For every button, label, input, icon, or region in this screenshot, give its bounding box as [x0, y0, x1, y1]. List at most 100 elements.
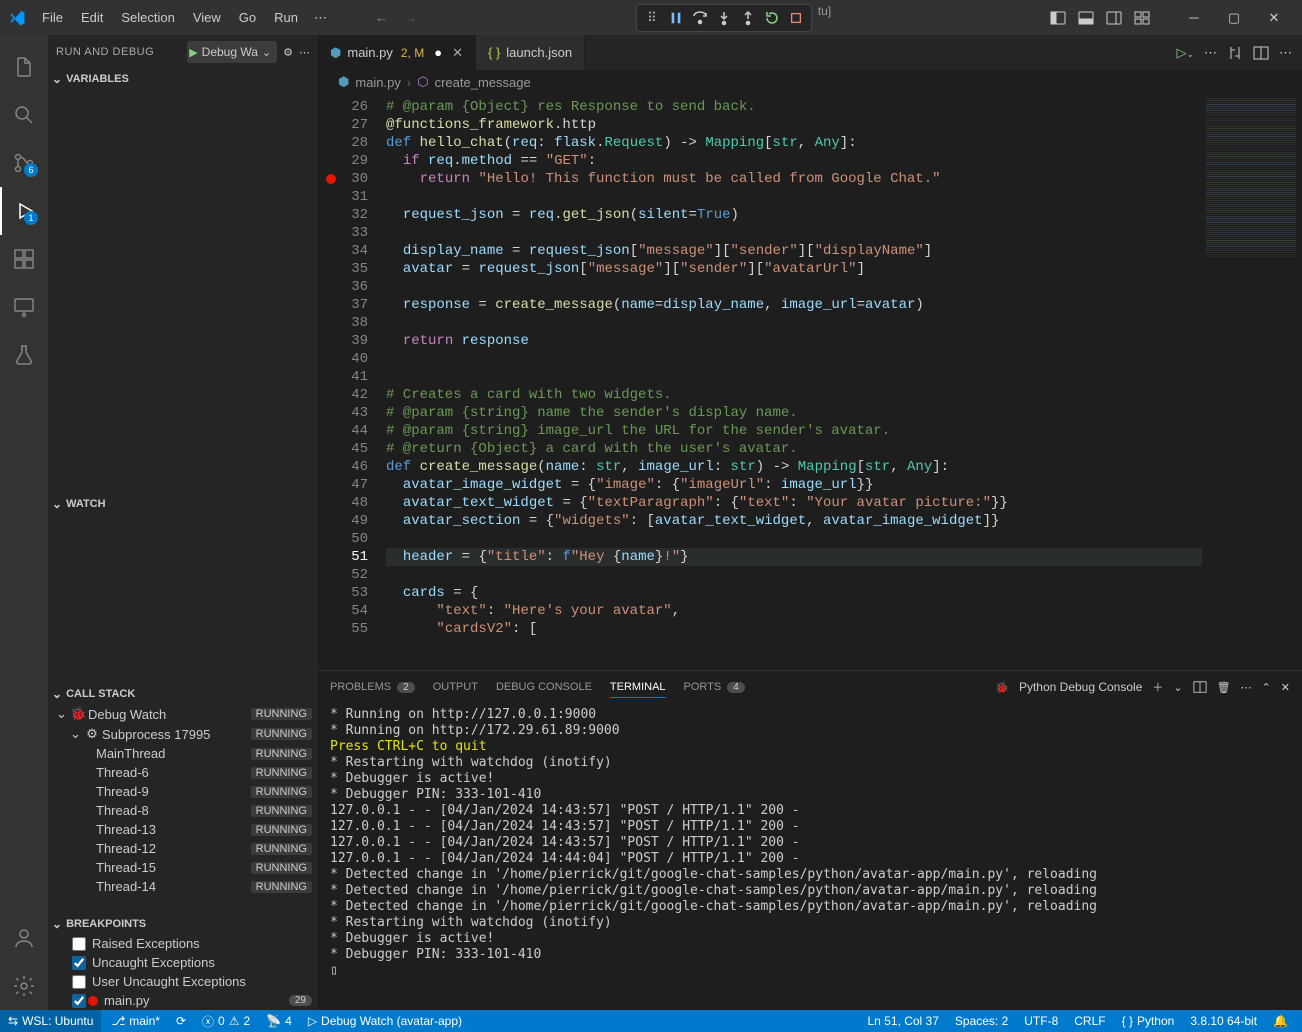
status-eol[interactable]: CRLF: [1068, 1014, 1111, 1028]
debug-stop-icon[interactable]: [785, 7, 807, 29]
section-callstack[interactable]: ⌄CALL STACK: [48, 684, 318, 704]
section-watch[interactable]: ⌄WATCH: [48, 494, 318, 514]
line-number[interactable]: 49: [318, 512, 368, 530]
callstack-row[interactable]: Thread-6RUNNING: [48, 763, 318, 782]
code-line[interactable]: request_json = req.get_json(silent=True): [386, 206, 1202, 224]
line-number[interactable]: 55: [318, 620, 368, 638]
terminal-output[interactable]: * Running on http://127.0.0.1:9000 * Run…: [318, 703, 1302, 1010]
breakpoint-checkbox[interactable]: [72, 994, 86, 1008]
breakpoint-row[interactable]: Uncaught Exceptions: [48, 953, 318, 972]
line-number[interactable]: 31: [318, 188, 368, 206]
code-content[interactable]: # @param {Object} res Response to send b…: [386, 94, 1202, 670]
activity-source-control[interactable]: 6: [0, 139, 48, 187]
menu-go[interactable]: Go: [231, 6, 264, 29]
status-remote[interactable]: ⇆WSL: Ubuntu: [0, 1010, 101, 1032]
code-line[interactable]: [386, 314, 1202, 332]
terminal-dropdown[interactable]: Python Debug Console: [1019, 680, 1142, 694]
section-variables[interactable]: ⌄VARIABLES: [48, 69, 318, 89]
callstack-row[interactable]: Thread-8RUNNING: [48, 801, 318, 820]
more-actions-icon[interactable]: ⋯: [299, 46, 310, 59]
line-number[interactable]: 39: [318, 332, 368, 350]
menu-selection[interactable]: Selection: [113, 6, 182, 29]
line-number[interactable]: 52: [318, 566, 368, 584]
status-sync[interactable]: ⟳: [170, 1014, 192, 1028]
line-number[interactable]: 50: [318, 530, 368, 548]
status-problems[interactable]: ⓧ0 ⚠2: [196, 1013, 256, 1030]
activity-extensions[interactable]: [0, 235, 48, 283]
breakpoint-row[interactable]: User Uncaught Exceptions: [48, 972, 318, 991]
activity-run-debug[interactable]: 1: [0, 187, 48, 235]
kill-terminal-icon[interactable]: 🗑: [1217, 681, 1231, 694]
new-terminal-icon[interactable]: ＋: [1152, 679, 1163, 695]
breakpoint-checkbox[interactable]: [72, 956, 86, 970]
callstack-row[interactable]: ⌄⚙Subprocess 17995RUNNING: [48, 724, 318, 744]
line-number[interactable]: 37: [318, 296, 368, 314]
status-debug-target[interactable]: ▷Debug Watch (avatar-app): [302, 1014, 468, 1028]
line-number[interactable]: 51: [318, 548, 368, 566]
code-line[interactable]: return response: [386, 332, 1202, 350]
debug-step-into-icon[interactable]: [713, 7, 735, 29]
launch-config-dropdown[interactable]: ▶ Debug Wa ⌄: [187, 41, 277, 63]
maximize-panel-icon[interactable]: ⌃: [1262, 681, 1271, 694]
menu-view[interactable]: View: [185, 6, 229, 29]
callstack-row[interactable]: Thread-9RUNNING: [48, 782, 318, 801]
code-line[interactable]: def create_message(name: str, image_url:…: [386, 458, 1202, 476]
line-number[interactable]: 47: [318, 476, 368, 494]
line-number[interactable]: 38: [318, 314, 368, 332]
activity-testing[interactable]: [0, 331, 48, 379]
code-line[interactable]: if req.method == "GET":: [386, 152, 1202, 170]
activity-search[interactable]: [0, 91, 48, 139]
line-number[interactable]: 34: [318, 242, 368, 260]
callstack-row[interactable]: Thread-12RUNNING: [48, 839, 318, 858]
menu-run[interactable]: Run: [266, 6, 306, 29]
line-number[interactable]: 26: [318, 98, 368, 116]
nav-forward-icon[interactable]: →: [404, 10, 417, 25]
code-line[interactable]: [386, 278, 1202, 296]
code-line[interactable]: [386, 530, 1202, 548]
line-number[interactable]: 44: [318, 422, 368, 440]
line-number[interactable]: 32: [318, 206, 368, 224]
code-line[interactable]: display_name = request_json["message"]["…: [386, 242, 1202, 260]
code-line[interactable]: return "Hello! This function must be cal…: [386, 170, 1202, 188]
code-line[interactable]: # @param {Object} res Response to send b…: [386, 98, 1202, 116]
activity-remote[interactable]: [0, 283, 48, 331]
status-language[interactable]: { }Python: [1116, 1014, 1181, 1028]
minimap[interactable]: [1202, 94, 1302, 670]
line-number[interactable]: 53: [318, 584, 368, 602]
code-line[interactable]: [386, 224, 1202, 242]
split-terminal-icon[interactable]: [1193, 680, 1207, 694]
close-panel-icon[interactable]: ✕: [1281, 681, 1290, 694]
status-notifications[interactable]: 🔔: [1267, 1014, 1294, 1028]
tab-close-icon[interactable]: ✕: [452, 45, 463, 61]
line-number[interactable]: 28: [318, 134, 368, 152]
panel-tab-terminal[interactable]: TERMINAL: [610, 677, 666, 698]
nav-back-icon[interactable]: ←: [375, 10, 388, 25]
code-line[interactable]: def hello_chat(req: flask.Request) -> Ma…: [386, 134, 1202, 152]
window-maximize-icon[interactable]: ▢: [1214, 3, 1254, 33]
callstack-row[interactable]: Thread-15RUNNING: [48, 858, 318, 877]
line-number[interactable]: 27: [318, 116, 368, 134]
activity-settings[interactable]: [0, 962, 48, 1010]
layout-customize-icon[interactable]: [1134, 10, 1150, 26]
code-line[interactable]: avatar = request_json["message"]["sender…: [386, 260, 1202, 278]
breakpoint-checkbox[interactable]: [72, 975, 86, 989]
menu-overflow[interactable]: ⋯: [306, 6, 335, 30]
code-line[interactable]: # Creates a card with two widgets.: [386, 386, 1202, 404]
tab-main-py[interactable]: ⬢main.py2, M●✕: [318, 35, 476, 70]
code-line[interactable]: [386, 566, 1202, 584]
line-number[interactable]: 35: [318, 260, 368, 278]
line-number[interactable]: 54: [318, 602, 368, 620]
layout-sidebar-left-icon[interactable]: [1050, 10, 1066, 26]
debug-drag-handle-icon[interactable]: ⠿: [641, 7, 663, 29]
debug-step-out-icon[interactable]: [737, 7, 759, 29]
line-number[interactable]: 40: [318, 350, 368, 368]
line-number[interactable]: 36: [318, 278, 368, 296]
panel-tab-problems[interactable]: PROBLEMS2: [330, 677, 415, 697]
code-line[interactable]: [386, 350, 1202, 368]
code-line[interactable]: # @return {Object} a card with the user'…: [386, 440, 1202, 458]
code-line[interactable]: "cardsV2": [: [386, 620, 1202, 638]
panel-tab-debug-console[interactable]: DEBUG CONSOLE: [496, 677, 592, 697]
status-branch[interactable]: ⎇main*: [105, 1014, 166, 1028]
more-actions-icon[interactable]: ⋯: [1241, 681, 1252, 694]
window-minimize-icon[interactable]: ─: [1174, 3, 1214, 33]
